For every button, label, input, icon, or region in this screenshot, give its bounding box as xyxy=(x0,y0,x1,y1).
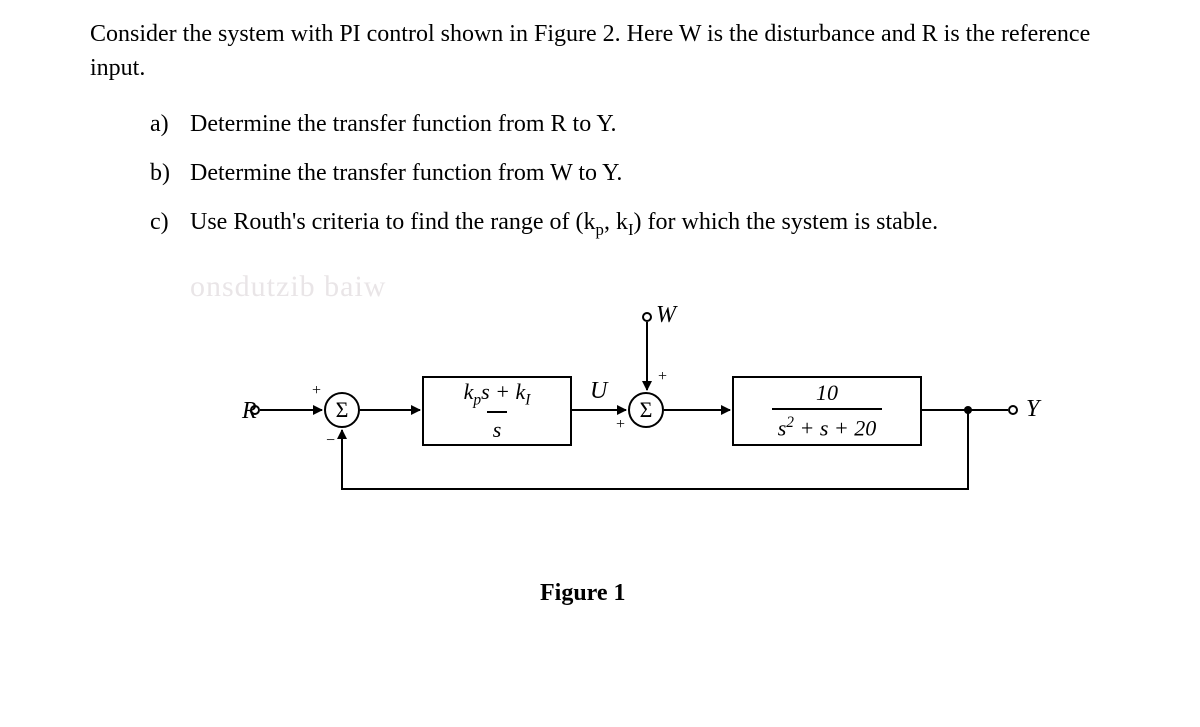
feedback-horiz xyxy=(341,488,969,490)
part-b: b) Determine the transfer function from … xyxy=(150,160,1140,187)
label-w: W xyxy=(656,302,676,329)
input-terminal-w xyxy=(642,312,652,322)
problem-intro: Consider the system with PI control show… xyxy=(60,18,1140,85)
block-diagram: R + Σ − kps + kI s U W + Σ + xyxy=(250,330,1050,550)
part-c-text: Use Routh's criteria to find the range o… xyxy=(190,209,938,240)
plant-block: 10 s2 + s + 20 xyxy=(732,376,922,446)
part-a-label: a) xyxy=(150,111,190,138)
plant-suffix: + s + 20 xyxy=(794,416,876,441)
part-a-text: Determine the transfer function from R t… xyxy=(190,111,617,138)
feedback-up xyxy=(341,430,343,490)
ctrl-k1: k xyxy=(464,379,474,404)
plant-tf: 10 s2 + s + 20 xyxy=(772,380,883,441)
sum-node-2: Σ xyxy=(628,392,664,428)
part-c-prefix: Use Routh's criteria to find the range o… xyxy=(190,209,596,235)
part-b-text: Determine the transfer function from W t… xyxy=(190,160,622,187)
block-diagram-figure: onsdutzib baiw R + Σ − kps + kI s U W + xyxy=(60,270,1140,630)
wire-r-to-sum1 xyxy=(260,409,322,411)
wire-ctrl-to-sum2 xyxy=(572,409,626,411)
wire-w-to-sum2 xyxy=(646,322,648,390)
sum1-plus: + xyxy=(312,382,321,400)
watermark-text: onsdutzib baiw xyxy=(190,270,386,304)
sum1-minus: − xyxy=(326,432,335,450)
kp-subscript: p xyxy=(596,220,604,239)
sum-node-1: Σ xyxy=(324,392,360,428)
part-a: a) Determine the transfer function from … xyxy=(150,111,1140,138)
problem-parts: a) Determine the transfer function from … xyxy=(60,111,1140,240)
ctrl-kp-sub: p xyxy=(473,391,481,408)
wire-sum2-to-plant xyxy=(664,409,730,411)
sum2-plus-left: + xyxy=(616,416,625,434)
sum2-plus-top: + xyxy=(658,368,667,386)
plant-denominator: s2 + s + 20 xyxy=(772,408,883,441)
label-r: R xyxy=(242,398,257,425)
plant-s-sup: 2 xyxy=(786,414,794,431)
controller-tf: kps + kI s xyxy=(458,379,537,443)
ctrl-mid: s + k xyxy=(481,379,525,404)
feedback-down xyxy=(967,410,969,490)
part-c-suffix: ) for which the system is stable. xyxy=(634,209,939,235)
figure-caption: Figure 1 xyxy=(540,580,626,607)
label-u: U xyxy=(590,378,607,405)
controller-numerator: kps + kI xyxy=(458,379,537,411)
part-c-label: c) xyxy=(150,209,190,240)
part-b-label: b) xyxy=(150,160,190,187)
wire-sum1-to-ctrl xyxy=(360,409,420,411)
output-terminal-y xyxy=(1008,405,1018,415)
part-c-mid: , k xyxy=(604,209,628,235)
part-c: c) Use Routh's criteria to find the rang… xyxy=(150,209,1140,240)
plant-s: s xyxy=(778,416,787,441)
controller-denominator: s xyxy=(487,411,508,443)
ctrl-ki-sub: I xyxy=(525,391,530,408)
plant-numerator: 10 xyxy=(810,380,844,408)
label-y: Y xyxy=(1026,396,1039,423)
controller-block: kps + kI s xyxy=(422,376,572,446)
